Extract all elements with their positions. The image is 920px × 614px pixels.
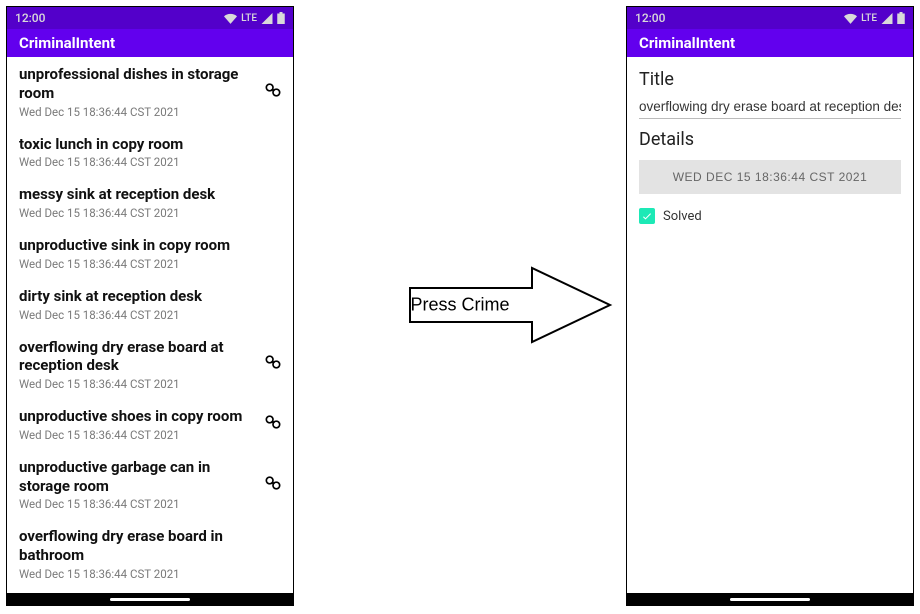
transition-arrow: Press Crime: [300, 260, 620, 350]
crime-title: unproductive shoes in copy room: [19, 407, 281, 426]
handcuffs-icon: [263, 412, 283, 436]
list-item[interactable]: unproductive shoes in copy room Wed Dec 1…: [7, 399, 293, 450]
handcuffs-icon: [263, 80, 283, 104]
app-title: CriminalIntent: [19, 34, 115, 52]
handcuffs-icon: [263, 352, 283, 376]
app-title: CriminalIntent: [639, 34, 735, 52]
list-item[interactable]: dirty sink at reception desk Wed Dec 15 1…: [7, 279, 293, 330]
crime-date: Wed Dec 15 18:36:44 CST 2021: [19, 155, 281, 169]
list-item[interactable]: unprofessional dishes in storage room Wed…: [7, 57, 293, 127]
status-time: 12:00: [635, 11, 665, 25]
battery-icon: [897, 12, 905, 24]
status-time: 12:00: [15, 11, 45, 25]
crime-title: overflowing dry erase board in bathroom: [19, 527, 281, 565]
crime-date: Wed Dec 15 18:36:44 CST 2021: [19, 497, 281, 511]
crime-title: overflowing dry erase board at reception…: [19, 338, 281, 376]
status-network: LTE: [861, 13, 877, 24]
list-item[interactable]: messy sink at reception desk Wed Dec 15 1…: [7, 177, 293, 228]
crime-date: Wed Dec 15 18:36:44 CST 2021: [19, 377, 281, 391]
list-item[interactable]: overflowing dry erase board in bathroom W…: [7, 519, 293, 589]
crime-title: unproductive sink in copy room: [19, 236, 281, 255]
list-item[interactable]: unproductive garbage can in storage room…: [7, 450, 293, 520]
details-label: Details: [639, 129, 901, 150]
nav-bar: [7, 593, 293, 605]
list-item[interactable]: overflowing dry erase board at reception…: [7, 330, 293, 400]
crime-date: Wed Dec 15 18:36:44 CST 2021: [19, 567, 281, 581]
nav-bar: [627, 593, 913, 605]
wifi-icon: [224, 13, 237, 24]
crime-date: Wed Dec 15 18:36:44 CST 2021: [19, 206, 281, 220]
solved-label: Solved: [663, 209, 702, 224]
solved-checkbox[interactable]: [639, 208, 655, 224]
handcuffs-icon: [263, 473, 283, 497]
phone-left: 12:00 LTE CriminalIntent unprofessional …: [6, 6, 294, 606]
crime-date: Wed Dec 15 18:36:44 CST 2021: [19, 105, 281, 119]
crime-list[interactable]: unprofessional dishes in storage room Wed…: [7, 57, 293, 589]
status-bar: 12:00 LTE: [627, 7, 913, 29]
crime-title: dirty sink at reception desk: [19, 287, 281, 306]
solved-row[interactable]: Solved: [639, 208, 901, 224]
crime-title: unproductive garbage can in storage room: [19, 458, 281, 496]
battery-icon: [277, 12, 285, 24]
arrow-icon: [300, 260, 620, 350]
crime-detail-screen: Title Details WED DEC 15 18:36:44 CST 20…: [627, 57, 913, 593]
phone-right: 12:00 LTE CriminalIntent Title Details W…: [626, 6, 914, 606]
status-indicators: LTE: [844, 12, 905, 24]
app-bar: CriminalIntent: [627, 29, 913, 57]
status-bar: 12:00 LTE: [7, 7, 293, 29]
crime-date: Wed Dec 15 18:36:44 CST 2021: [19, 428, 281, 442]
signal-icon: [261, 13, 273, 24]
status-indicators: LTE: [224, 12, 285, 24]
check-icon: [641, 210, 653, 222]
crime-title: toxic lunch in copy room: [19, 135, 281, 154]
signal-icon: [881, 13, 893, 24]
list-item[interactable]: toxic lunch in copy roomWed Dec 15 18:36…: [7, 127, 293, 178]
status-network: LTE: [241, 13, 257, 24]
title-label: Title: [639, 69, 901, 90]
wifi-icon: [844, 13, 857, 24]
crime-title: unprofessional dishes in storage room: [19, 65, 281, 103]
crime-title: messy sink at reception desk: [19, 185, 281, 204]
crime-date: Wed Dec 15 18:36:44 CST 2021: [19, 257, 281, 271]
crime-date-button[interactable]: WED DEC 15 18:36:44 CST 2021: [639, 160, 901, 194]
crime-title-input[interactable]: [639, 97, 901, 119]
list-item[interactable]: unproductive sink in copy room Wed Dec 15…: [7, 228, 293, 279]
app-bar: CriminalIntent: [7, 29, 293, 57]
crime-list-screen: unprofessional dishes in storage room Wed…: [7, 57, 293, 593]
crime-date: Wed Dec 15 18:36:44 CST 2021: [19, 308, 281, 322]
